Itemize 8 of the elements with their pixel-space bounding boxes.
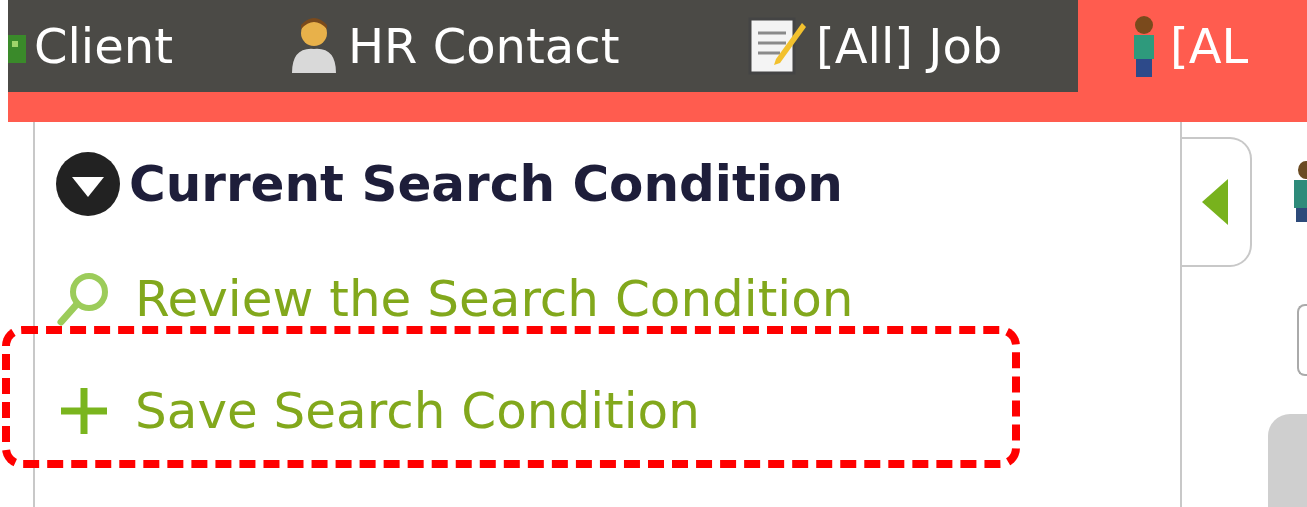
nav-tab[interactable]: HR Contact	[248, 0, 728, 92]
collapse-icon[interactable]	[55, 151, 121, 217]
collapse-arrow-icon	[1202, 179, 1228, 225]
nav-tab[interactable]: Client	[8, 0, 248, 92]
nav-tab[interactable]: [All] Job	[728, 0, 1078, 92]
collapse-tab[interactable]	[1182, 137, 1252, 267]
section-title: Current Search Condition	[129, 159, 843, 209]
notepad-icon	[746, 15, 808, 77]
